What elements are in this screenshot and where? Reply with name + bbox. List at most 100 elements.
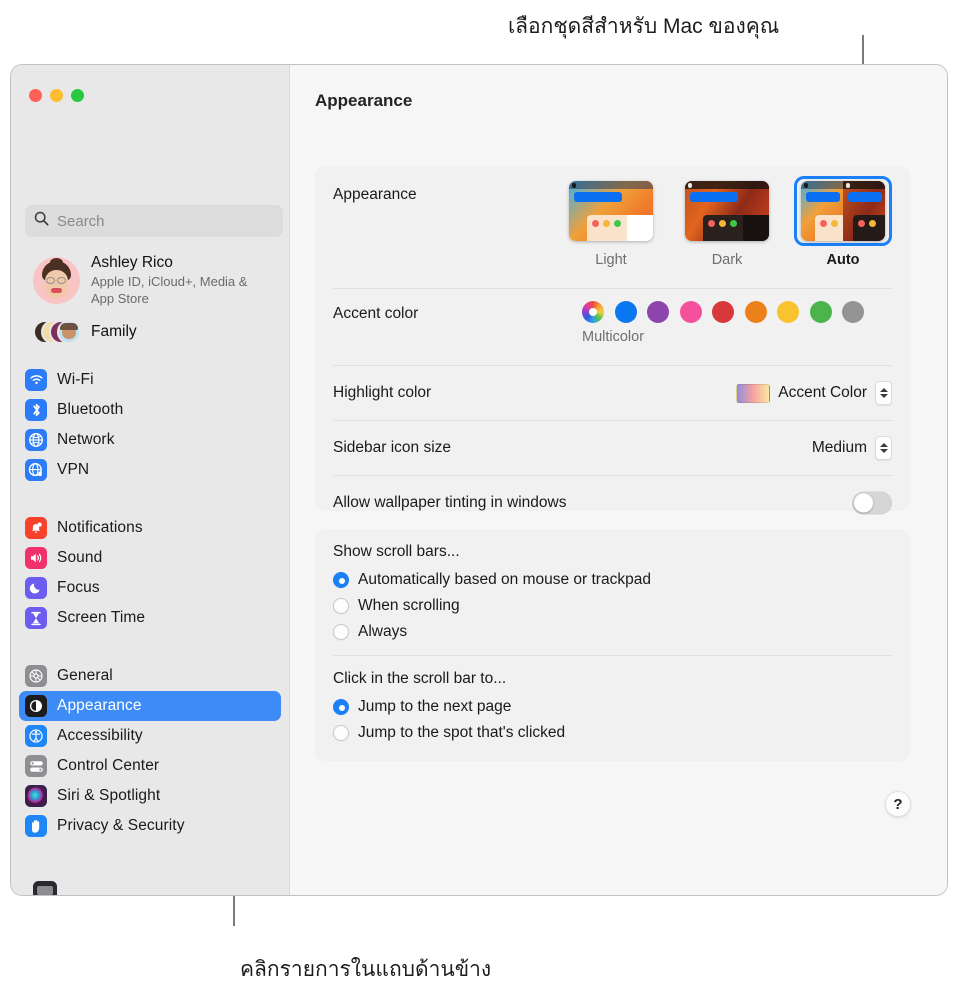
show-scroll-bars-group: Show scroll bars... Automatically based … [315, 529, 910, 655]
theme-option-dark[interactable]: Dark [678, 176, 776, 268]
show-scroll-bars-title: Show scroll bars... [333, 543, 460, 560]
radio-show-scroll-always[interactable]: Always [333, 619, 892, 645]
sidebar-scroll-area[interactable]: Ashley Rico Apple ID, iCloud+, Media & A… [11, 247, 289, 895]
globe-icon [25, 429, 47, 451]
accent-swatch-green[interactable] [809, 301, 832, 323]
siri-icon [25, 785, 47, 807]
sidebar-item-wi-fi[interactable]: Wi-Fi [19, 365, 281, 395]
sidebar-item-general[interactable]: General [19, 661, 281, 691]
sidebar-item-privacy-and-security[interactable]: Privacy & Security [19, 811, 281, 841]
accent-color-label: Accent color [333, 305, 419, 322]
sidebar-item-label: Control Center [57, 757, 160, 774]
sidebar-item-label: Bluetooth [57, 401, 124, 418]
sidebar-item-label: Screen Time [57, 609, 146, 626]
theme-thumbnail-auto [801, 181, 885, 241]
sidebar-item-accessibility[interactable]: Accessibility [19, 721, 281, 751]
sidebar-item-bluetooth[interactable]: Bluetooth [19, 395, 281, 425]
radio-jump-to-spot[interactable]: Jump to the spot that's clicked [333, 720, 892, 746]
radio-button[interactable] [333, 725, 349, 741]
close-button[interactable] [29, 89, 42, 102]
search-input[interactable] [57, 212, 274, 230]
sidebar-item-label: Privacy & Security [57, 817, 185, 834]
highlight-color-label: Highlight color [333, 384, 432, 401]
highlight-color-value: Accent Color [778, 384, 867, 401]
sidebar-group-network: Wi-Fi Bluetooth Network VPN [11, 365, 289, 485]
sidebar-item-network[interactable]: Network [19, 425, 281, 455]
sidebar-item-family[interactable]: Family [19, 313, 281, 351]
theme-choices: Light Dark Auto [562, 176, 892, 268]
bell-icon [25, 517, 47, 539]
highlight-color-row[interactable]: Highlight color Accent Color [315, 366, 910, 420]
account-subtitle: Apple ID, iCloud+, Media & App Store [91, 274, 248, 306]
accent-swatch-pink[interactable] [679, 301, 702, 323]
sidebar-item-notifications[interactable]: Notifications [19, 513, 281, 543]
radio-label: When scrolling [358, 597, 460, 614]
window-traffic-lights [29, 89, 84, 102]
system-settings-window: Ashley Rico Apple ID, iCloud+, Media & A… [10, 64, 948, 896]
minimize-button[interactable] [50, 89, 63, 102]
accent-swatch-multicolor[interactable] [582, 301, 604, 323]
accent-swatch-orange[interactable] [744, 301, 767, 323]
radio-button[interactable] [333, 624, 349, 640]
theme-option-auto[interactable]: Auto [794, 176, 892, 268]
sidebar-item-vpn[interactable]: VPN [19, 455, 281, 485]
appearance-row: Appearance Light Dark Auto [315, 166, 910, 288]
sidebar-icon-size-value: Medium [811, 439, 867, 456]
sidebar-item-apple-id[interactable]: Ashley Rico Apple ID, iCloud+, Media & A… [19, 247, 281, 311]
sidebar-item-displays-partial-icon[interactable] [33, 881, 57, 895]
theme-label: Light [595, 252, 627, 268]
accent-swatch-blue[interactable] [614, 301, 637, 323]
sidebar-item-label: Appearance [57, 697, 142, 714]
sidebar-item-label: Wi-Fi [57, 371, 94, 388]
sidebar-item-focus[interactable]: Focus [19, 573, 281, 603]
sidebar-item-label: General [57, 667, 113, 684]
wallpaper-tinting-label: Allow wallpaper tinting in windows [333, 494, 567, 511]
radio-label: Always [358, 623, 408, 640]
sidebar-icon-size-row[interactable]: Sidebar icon size Medium [315, 421, 910, 475]
theme-thumbnail-dark [685, 181, 769, 241]
search-field[interactable] [25, 205, 283, 237]
maximize-button[interactable] [71, 89, 84, 102]
search-icon [34, 211, 49, 231]
family-label: Family [91, 323, 137, 340]
accent-swatch-red[interactable] [712, 301, 734, 323]
theme-option-light[interactable]: Light [562, 176, 660, 268]
accessibility-icon [25, 725, 47, 747]
sidebar-item-appearance[interactable]: Appearance [19, 691, 281, 721]
sidebar-item-control-center[interactable]: Control Center [19, 751, 281, 781]
highlight-color-chip [736, 383, 771, 403]
highlight-color-popup-stepper[interactable] [875, 381, 892, 405]
wallpaper-tinting-toggle[interactable] [852, 491, 892, 515]
radio-show-scroll-when-scrolling[interactable]: When scrolling [333, 593, 892, 619]
radio-button[interactable] [333, 699, 349, 715]
theme-thumbnail-light [569, 181, 653, 241]
wifi-icon [25, 369, 47, 391]
scroll-bars-settings-card: Show scroll bars... Automatically based … [315, 529, 910, 761]
radio-jump-next-page[interactable]: Jump to the next page [333, 694, 892, 720]
sidebar-icon-size-popup-stepper[interactable] [875, 436, 892, 460]
appearance-row-label: Appearance [333, 186, 417, 203]
accent-swatch-graphite[interactable] [842, 301, 864, 323]
help-button[interactable]: ? [885, 791, 911, 817]
sidebar-item-screen-time[interactable]: Screen Time [19, 603, 281, 633]
radio-label: Jump to the next page [358, 698, 512, 715]
sidebar-item-siri-and-spotlight[interactable]: Siri & Spotlight [19, 781, 281, 811]
callout-bottom-text: คลิกรายการในแถบด้านข้าง เพื่อปรับการตั้ง… [240, 925, 491, 1003]
bluetooth-icon [25, 399, 47, 421]
sidebar-group-preferences: General Appearance Accessibility Control… [11, 661, 289, 841]
accent-color-swatches [582, 301, 892, 323]
accent-swatch-yellow[interactable] [777, 301, 799, 323]
gear-icon [25, 665, 47, 687]
accent-color-caption: Multicolor [582, 329, 645, 345]
accent-swatch-purple[interactable] [647, 301, 669, 323]
sidebar-item-label: Network [57, 431, 115, 448]
moon-icon [25, 577, 47, 599]
sidebar-item-label: Accessibility [57, 727, 143, 744]
sidebar-item-sound[interactable]: Sound [19, 543, 281, 573]
radio-button[interactable] [333, 572, 349, 588]
sidebar: Ashley Rico Apple ID, iCloud+, Media & A… [11, 65, 289, 895]
radio-button[interactable] [333, 598, 349, 614]
click-scroll-bar-group: Click in the scroll bar to... Jump to th… [315, 656, 910, 756]
callout-top-text: เลือกชุดสีสำหรับ Mac ของคุณ [508, 15, 780, 38]
radio-show-scroll-automatic[interactable]: Automatically based on mouse or trackpad [333, 567, 892, 593]
